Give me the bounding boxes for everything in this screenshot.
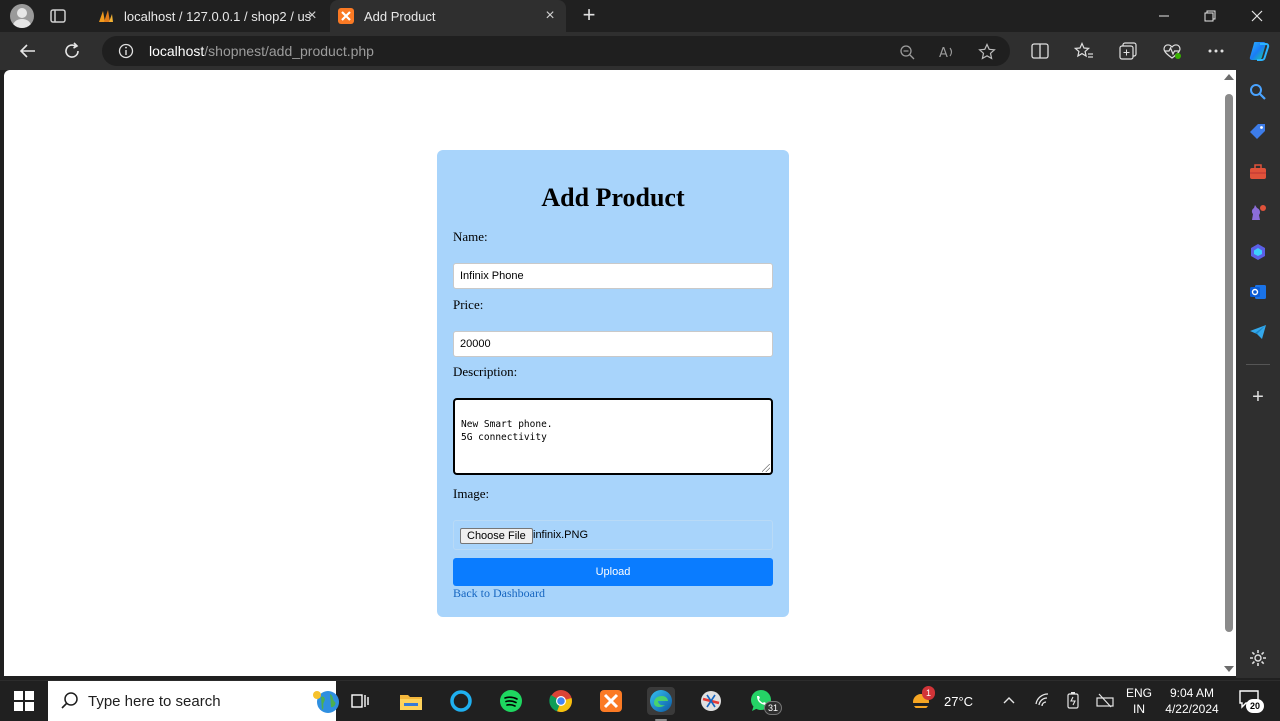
close-tab-icon[interactable]: × xyxy=(304,8,320,24)
tab-title: Add Product xyxy=(364,8,436,24)
vertical-scrollbar[interactable] xyxy=(1222,70,1236,676)
taskbar-search-box[interactable]: Type here to search xyxy=(48,681,339,721)
tab-actions-icon[interactable] xyxy=(48,6,72,26)
choose-file-button[interactable]: Choose File xyxy=(460,528,533,544)
outlook-icon[interactable] xyxy=(1248,282,1268,302)
image-label: Image: xyxy=(453,486,490,501)
tab-add-product[interactable]: Add Product × xyxy=(330,0,566,32)
notification-center-icon[interactable]: 20 xyxy=(1238,689,1265,713)
games-chess-icon[interactable] xyxy=(1248,202,1268,222)
whatsapp-unread-badge: 31 xyxy=(764,701,783,715)
wifi-icon[interactable] xyxy=(1034,691,1052,709)
scroll-up-arrow-icon[interactable] xyxy=(1224,74,1234,80)
url-host: localhost xyxy=(149,43,205,59)
site-info-icon[interactable] xyxy=(118,43,134,59)
image-file-input[interactable]: Choose File infinix.PNG xyxy=(453,520,773,550)
telegram-send-icon[interactable] xyxy=(1248,322,1268,342)
search-icon xyxy=(60,691,80,711)
address-bar[interactable]: localhost/shopnest/add_product.php A xyxy=(102,36,1010,66)
tab-phpmyadmin[interactable]: localhost / 127.0.0.1 / shop2 / us × xyxy=(88,0,328,32)
system-clock[interactable]: 9:04 AM 4/22/2024 xyxy=(1160,685,1224,717)
weather-alert-badge: 1 xyxy=(922,686,936,700)
search-highlight-globe-icon[interactable] xyxy=(312,687,340,715)
split-screen-icon[interactable] xyxy=(1030,41,1050,61)
edge-icon[interactable] xyxy=(647,687,675,721)
search-icon[interactable] xyxy=(1248,82,1268,102)
description-label: Description: xyxy=(453,364,518,379)
copilot-icon[interactable] xyxy=(1247,39,1271,63)
search-placeholder: Type here to search xyxy=(88,693,221,710)
url-text[interactable]: localhost/shopnest/add_product.php xyxy=(149,43,374,59)
shopping-tag-icon[interactable] xyxy=(1248,122,1268,142)
copilot-sidebar-icon[interactable] xyxy=(1248,242,1268,262)
network-disconnected-icon[interactable] xyxy=(1096,691,1114,709)
zoom-icon[interactable] xyxy=(898,43,916,61)
phpmyadmin-icon xyxy=(98,8,114,24)
weather-sun-icon: 1 xyxy=(910,686,936,714)
xampp-taskbar-icon[interactable] xyxy=(597,687,625,715)
xampp-icon xyxy=(338,8,354,24)
price-input[interactable]: 20000 xyxy=(453,331,773,357)
url-path: /shopnest/add_product.php xyxy=(204,43,374,59)
selected-file-name: infinix.PNG xyxy=(533,529,589,541)
tools-briefcase-icon[interactable] xyxy=(1248,162,1268,182)
chrome-icon[interactable] xyxy=(547,687,575,715)
toolbar: localhost/shopnest/add_product.php A xyxy=(0,32,1280,70)
task-view-icon[interactable] xyxy=(346,687,374,715)
more-menu-icon[interactable] xyxy=(1206,41,1226,61)
close-tab-icon[interactable]: × xyxy=(542,8,558,24)
temperature: 27°C xyxy=(944,693,974,709)
page-title: Add Product xyxy=(541,183,685,212)
description-text: New Smart phone. 5G connectivity xyxy=(461,419,553,443)
region-code: IN xyxy=(1133,702,1145,716)
notification-count-badge: 20 xyxy=(1246,699,1265,713)
back-arrow-icon[interactable] xyxy=(16,39,40,63)
edge-sidebar: + xyxy=(1236,70,1280,678)
snipping-tool-icon[interactable] xyxy=(697,687,725,715)
cortana-icon[interactable] xyxy=(447,687,475,715)
favorite-star-icon[interactable] xyxy=(978,43,996,61)
scroll-down-arrow-icon[interactable] xyxy=(1224,666,1234,672)
clock-time: 9:04 AM xyxy=(1169,686,1215,700)
sidebar-divider xyxy=(1246,364,1270,365)
price-label: Price: xyxy=(453,297,484,312)
read-aloud-icon[interactable]: A xyxy=(938,43,956,61)
favorites-icon[interactable] xyxy=(1074,41,1094,61)
file-explorer-icon[interactable] xyxy=(397,687,425,715)
restore-icon[interactable] xyxy=(1187,0,1233,32)
windows-taskbar: Type here to search 31 1 27°C ENG IN 9:0… xyxy=(0,680,1280,721)
profile-avatar-icon[interactable] xyxy=(10,4,34,28)
windows-start-icon[interactable] xyxy=(14,691,34,711)
upload-button[interactable]: Upload xyxy=(453,558,773,586)
add-product-form: Add Product Name: Infinix Phone Price: 2… xyxy=(437,150,789,617)
name-label: Name: xyxy=(453,229,488,244)
spotify-icon[interactable] xyxy=(497,687,525,715)
scrollbar-thumb[interactable] xyxy=(1225,94,1233,632)
name-input[interactable]: Infinix Phone xyxy=(453,263,773,289)
description-textarea[interactable]: New Smart phone. 5G connectivity xyxy=(453,398,773,475)
tab-title: localhost / 127.0.0.1 / shop2 / us xyxy=(124,8,312,24)
show-hidden-icons-chevron-icon[interactable] xyxy=(1000,691,1018,709)
collections-icon[interactable] xyxy=(1118,41,1138,61)
resize-handle-icon[interactable] xyxy=(762,464,770,472)
weather-widget[interactable]: 1 27°C xyxy=(910,686,974,715)
add-sidebar-app-icon[interactable]: + xyxy=(1248,386,1268,408)
refresh-icon[interactable] xyxy=(60,39,84,63)
minimize-icon[interactable] xyxy=(1141,0,1187,32)
back-to-dashboard-link[interactable]: Back to Dashboard xyxy=(453,586,545,601)
sidebar-settings-gear-icon[interactable] xyxy=(1248,648,1268,668)
close-window-icon[interactable] xyxy=(1234,0,1280,32)
page-viewport: Add Product Name: Infinix Phone Price: 2… xyxy=(4,70,1222,676)
whatsapp-icon[interactable]: 31 xyxy=(747,687,783,715)
language-code: ENG xyxy=(1125,686,1152,700)
svg-text:A: A xyxy=(939,46,948,60)
clock-date: 4/22/2024 xyxy=(1165,702,1219,716)
browser-essentials-icon[interactable] xyxy=(1162,41,1182,61)
input-language[interactable]: ENG IN xyxy=(1124,685,1154,717)
new-tab-icon[interactable]: + xyxy=(578,4,600,28)
tab-bar: localhost / 127.0.0.1 / shop2 / us × Add… xyxy=(0,0,1280,32)
battery-icon[interactable] xyxy=(1064,691,1082,709)
